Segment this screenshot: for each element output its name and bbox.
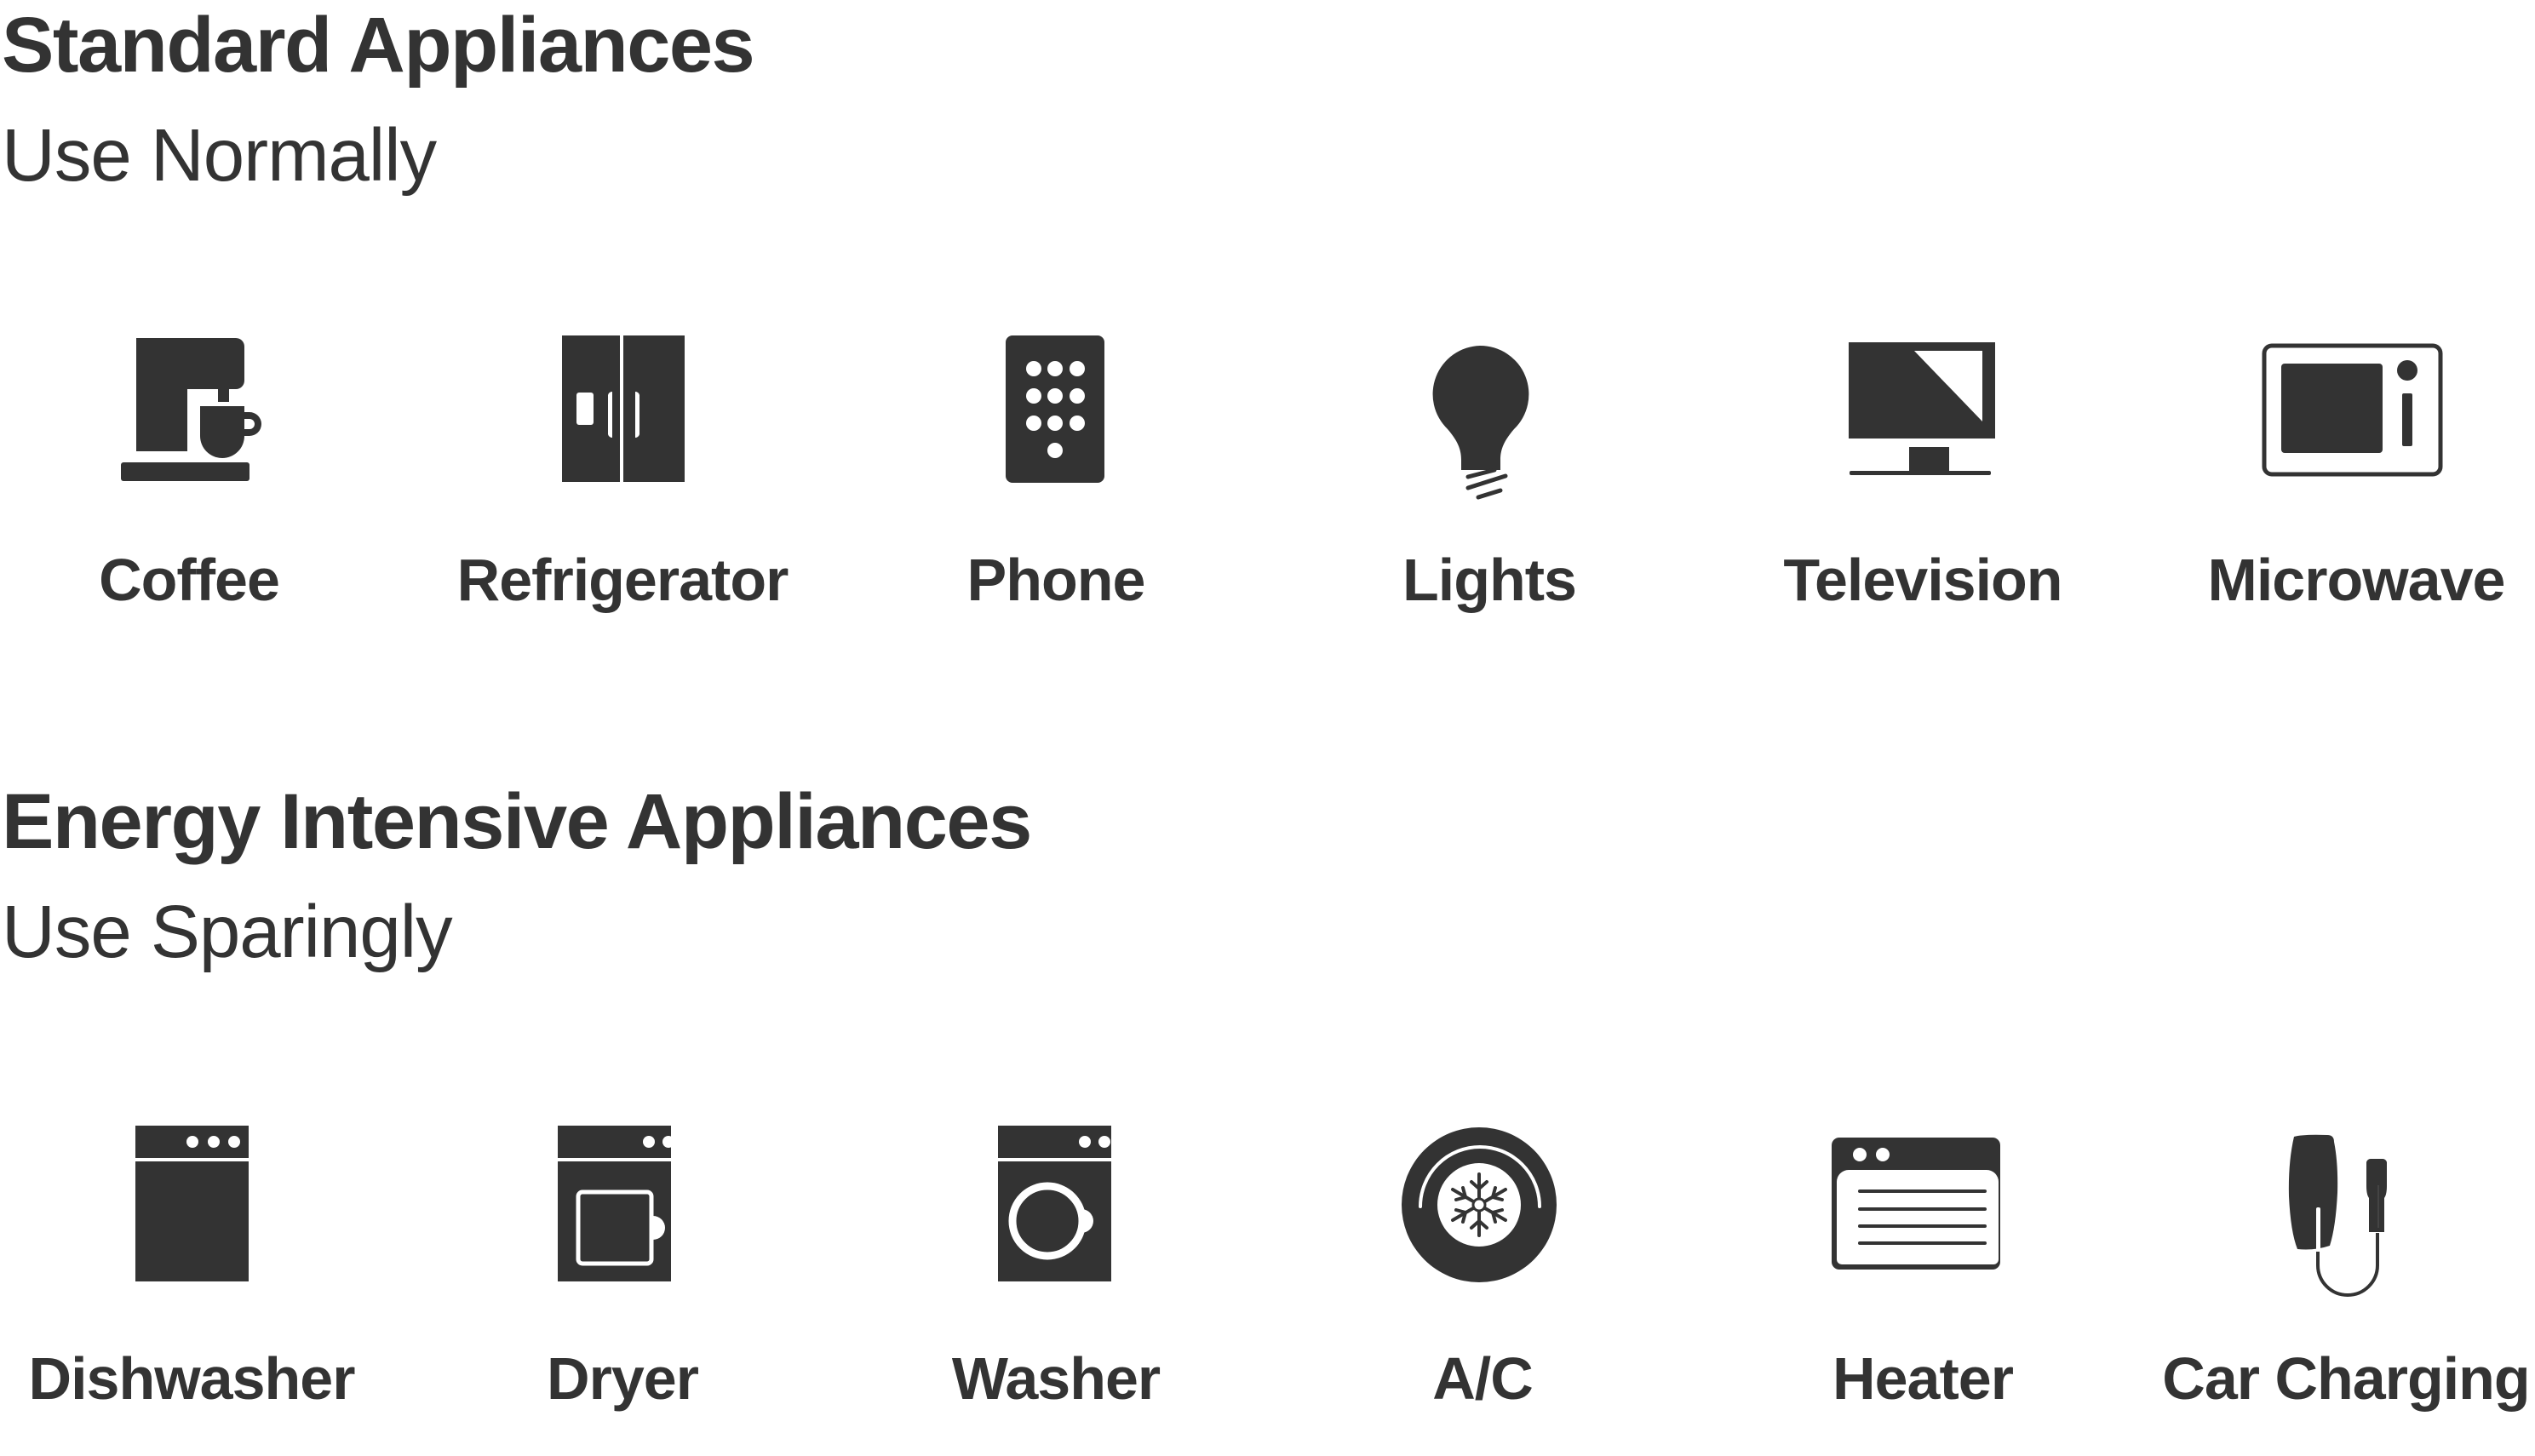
microwave-icon <box>2143 324 2535 545</box>
phone-icon <box>843 324 1269 545</box>
appliance-phone: Phone <box>843 324 1269 664</box>
lightbulb-icon <box>1276 324 1702 545</box>
appliance-label: Car Charging <box>2162 1345 2530 1412</box>
appliance-ac: A/C <box>1270 1115 1695 1456</box>
appliance-label: Microwave <box>2207 547 2506 613</box>
section-title-energy-intensive: Energy Intensive Appliances <box>2 778 1032 865</box>
appliance-label: Dishwasher <box>28 1345 356 1412</box>
appliance-heater: Heater <box>1710 1115 2136 1456</box>
appliance-label: Coffee <box>99 547 280 613</box>
car-charger-icon <box>2133 1115 2535 1337</box>
appliance-label: Heater <box>1832 1345 2014 1412</box>
appliance-label: Lights <box>1402 547 1577 613</box>
appliance-label: Washer <box>951 1345 1161 1412</box>
heater-icon <box>1710 1115 2136 1337</box>
appliance-refrigerator: Refrigerator <box>410 324 835 664</box>
appliance-lights: Lights <box>1276 324 1702 664</box>
appliance-washer: Washer <box>843 1115 1269 1456</box>
appliance-television: Television <box>1710 324 2136 664</box>
appliance-coffee: Coffee <box>0 324 402 664</box>
refrigerator-icon <box>410 324 835 545</box>
standard-appliances-grid: Coffee Refrigerator Phone Lights Televis… <box>0 324 2535 664</box>
appliance-dryer: Dryer <box>410 1115 835 1456</box>
appliance-label: Phone <box>966 547 1146 613</box>
coffee-maker-icon <box>0 324 402 545</box>
energy-intensive-appliances-grid: Dishwasher Dryer Washer A/C Heater Car C… <box>0 1115 2535 1456</box>
appliance-label: Refrigerator <box>456 547 789 613</box>
section-subtitle-energy-intensive: Use Sparingly <box>2 891 453 973</box>
dryer-icon <box>410 1115 835 1337</box>
appliance-label: Dryer <box>547 1345 699 1412</box>
appliance-microwave: Microwave <box>2143 324 2535 664</box>
washer-icon <box>843 1115 1269 1337</box>
appliance-label: Television <box>1783 547 2062 613</box>
appliance-label: A/C <box>1432 1345 1534 1412</box>
section-subtitle-standard: Use Normally <box>2 114 437 197</box>
dishwasher-icon <box>0 1115 404 1337</box>
air-conditioner-icon <box>1270 1115 1695 1337</box>
section-title-standard: Standard Appliances <box>2 2 755 89</box>
television-icon <box>1710 324 2136 545</box>
appliance-car-charging: Car Charging <box>2133 1115 2535 1456</box>
appliance-dishwasher: Dishwasher <box>0 1115 404 1456</box>
